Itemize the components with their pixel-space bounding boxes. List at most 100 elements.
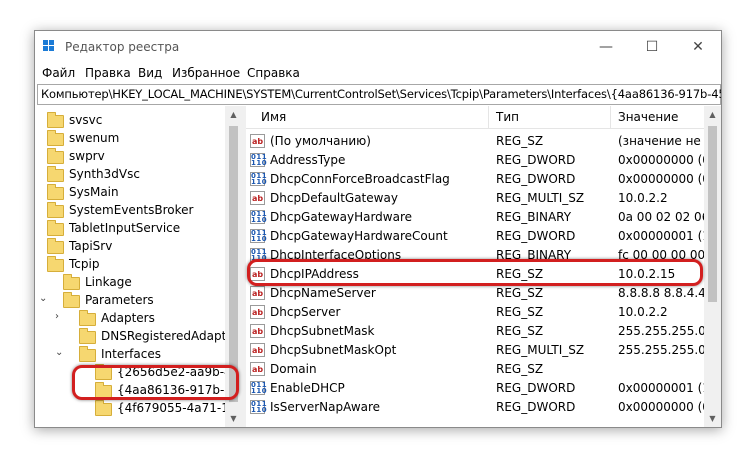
- tree-item[interactable]: swprv: [35, 147, 225, 165]
- address-bar[interactable]: Компьютер\HKEY_LOCAL_MACHINE\SYSTEM\Curr…: [37, 84, 721, 105]
- binary-icon: 011 110: [250, 400, 268, 414]
- folder-icon: [47, 238, 64, 254]
- tree-item[interactable]: SysMain: [35, 183, 225, 201]
- string-icon: ab: [250, 362, 265, 376]
- tree-item[interactable]: TabletInputService: [35, 219, 225, 237]
- tree-scroll-thumb[interactable]: [229, 126, 238, 402]
- folder-icon: [47, 256, 64, 272]
- string-icon: ab: [250, 191, 265, 205]
- menu-help[interactable]: Справка: [247, 66, 300, 80]
- value-row[interactable]: 011 110 IsServerNapAware REG_DWORD 0x000000…: [246, 398, 715, 417]
- value-type: REG_DWORD: [496, 229, 576, 243]
- title-bar[interactable]: Редактор реестра — ☐ ✕: [35, 31, 721, 63]
- scroll-up-icon[interactable]: ▲: [225, 106, 242, 123]
- value-row[interactable]: ab (По умолчанию) REG_SZ (значение не пр: [246, 132, 720, 151]
- menu-file[interactable]: Файл: [42, 66, 75, 80]
- tree-item-label: Interfaces: [101, 347, 161, 361]
- minimize-button[interactable]: —: [583, 31, 629, 63]
- values-scroll-thumb[interactable]: [708, 126, 717, 302]
- menu-edit[interactable]: Правка: [85, 66, 131, 80]
- tree-item-label: TapiSrv: [69, 239, 113, 253]
- maximize-icon: ☐: [645, 39, 659, 55]
- tree-item[interactable]: ⌄ Interfaces: [35, 345, 225, 363]
- expand-icon[interactable]: ›: [55, 311, 59, 322]
- string-icon: ab: [250, 324, 265, 338]
- column-name-header[interactable]: Имя: [261, 110, 286, 124]
- folder-icon: [47, 184, 64, 200]
- collapse-icon[interactable]: ⌄: [55, 347, 63, 358]
- value-name: IsServerNapAware: [270, 400, 381, 414]
- value-type: REG_BINARY: [496, 210, 572, 224]
- folder-icon: [47, 148, 64, 164]
- tree-item[interactable]: TapiSrv: [35, 237, 225, 255]
- value-type: REG_SZ: [496, 362, 544, 376]
- value-row[interactable]: 011 110 AddressType REG_DWORD 0x00000000 (0…: [246, 151, 715, 170]
- menu-favorites[interactable]: Избранное: [172, 66, 240, 80]
- column-value-header[interactable]: Значение: [618, 110, 678, 124]
- value-row[interactable]: ab DhcpSubnetMaskOpt REG_MULTI_SZ 255.255.2…: [246, 341, 706, 360]
- folder-icon: [79, 310, 96, 326]
- value-row[interactable]: ab DhcpSubnetMask REG_SZ 255.255.255.0: [246, 322, 706, 341]
- value-row[interactable]: ab Domain REG_SZ: [246, 360, 704, 379]
- value-row[interactable]: ab DhcpServer REG_SZ 10.0.2.2: [246, 303, 704, 322]
- value-row[interactable]: 011 110 DhcpGatewayHardware REG_BINARY 0a 0…: [246, 208, 721, 227]
- value-type: REG_DWORD: [496, 400, 576, 414]
- value-data: 0x00000000 (0): [618, 172, 715, 186]
- value-row[interactable]: 011 110 EnableDHCP REG_DWORD 0x00000001 (1): [246, 379, 715, 398]
- value-data: 10.0.2.2: [618, 305, 668, 319]
- value-row[interactable]: 011 110 DhcpConnForceBroadcastFlag REG_DWO…: [246, 170, 715, 189]
- scroll-up-icon[interactable]: ▲: [704, 106, 721, 123]
- value-name: AddressType: [270, 153, 346, 167]
- tree-item[interactable]: SystemEventsBroker: [35, 201, 225, 219]
- folder-icon: [79, 328, 96, 344]
- value-name: DhcpDefaultGateway: [270, 191, 398, 205]
- tree-item-label: Parameters: [85, 293, 154, 307]
- column-type-header[interactable]: Тип: [496, 110, 519, 124]
- string-icon: ab: [250, 286, 265, 300]
- tree-item[interactable]: svsvc: [35, 111, 225, 129]
- value-type: REG_SZ: [496, 305, 544, 319]
- value-row[interactable]: ab DhcpNameServer REG_SZ 8.8.8.8 8.8.4.4: [246, 284, 706, 303]
- tree-item[interactable]: › Adapters: [35, 309, 225, 327]
- values-scrollbar[interactable]: ▲ ▼: [704, 106, 721, 427]
- binary-icon: 011 110: [250, 381, 268, 395]
- folder-icon: [63, 292, 80, 308]
- value-data: 0x00000000 (0): [618, 400, 715, 414]
- value-name: DhcpServer: [270, 305, 341, 319]
- tree-item-label: SysMain: [69, 185, 119, 199]
- close-button[interactable]: ✕: [675, 31, 721, 63]
- value-data: 255.255.255.0: [618, 324, 706, 338]
- menu-view[interactable]: Вид: [138, 66, 162, 80]
- value-type: REG_SZ: [496, 134, 544, 148]
- column-divider[interactable]: [488, 106, 489, 128]
- tree-item[interactable]: Tcpip: [35, 255, 225, 273]
- tree-item[interactable]: Linkage: [35, 273, 225, 291]
- value-type: REG_SZ: [496, 286, 544, 300]
- value-type: REG_DWORD: [496, 381, 576, 395]
- value-data: 255.255.255.0: [618, 343, 706, 357]
- tree-item[interactable]: Synth3dVsc: [35, 165, 225, 183]
- maximize-button[interactable]: ☐: [629, 31, 675, 63]
- regedit-app-icon: [43, 40, 57, 54]
- value-data: 0x00000000 (0): [618, 153, 715, 167]
- tree-item[interactable]: swenum: [35, 129, 225, 147]
- registry-editor-window: Редактор реестра — ☐ ✕ Файл Правка Вид И…: [34, 30, 722, 428]
- tree-item-label: swenum: [69, 131, 120, 145]
- collapse-icon[interactable]: ⌄: [39, 293, 47, 304]
- tree-item[interactable]: DNSRegisteredAdapters: [35, 327, 242, 345]
- value-row[interactable]: ab DhcpDefaultGateway REG_MULTI_SZ 10.0.2.2: [246, 189, 704, 208]
- column-divider[interactable]: [610, 106, 611, 128]
- value-type: REG_DWORD: [496, 172, 576, 186]
- string-icon: ab: [250, 305, 265, 319]
- value-name: DhcpConnForceBroadcastFlag: [270, 172, 450, 186]
- binary-icon: 011 110: [250, 229, 268, 243]
- tree-item[interactable]: ⌄ Parameters: [35, 291, 225, 309]
- value-row[interactable]: 011 110 DhcpGatewayHardwareCount REG_DWORD…: [246, 227, 715, 246]
- tree-item[interactable]: {4f679055-4a71-11e9-b46: [35, 399, 242, 417]
- value-name: DhcpGatewayHardwareCount: [270, 229, 448, 243]
- value-data: 10.0.2.2: [618, 191, 668, 205]
- interface-key-highlight: [72, 365, 239, 400]
- tree-item-label: {4f679055-4a71-11e9-b46: [117, 401, 242, 415]
- scroll-down-icon[interactable]: ▼: [704, 410, 721, 427]
- scroll-down-icon[interactable]: ▼: [225, 410, 242, 427]
